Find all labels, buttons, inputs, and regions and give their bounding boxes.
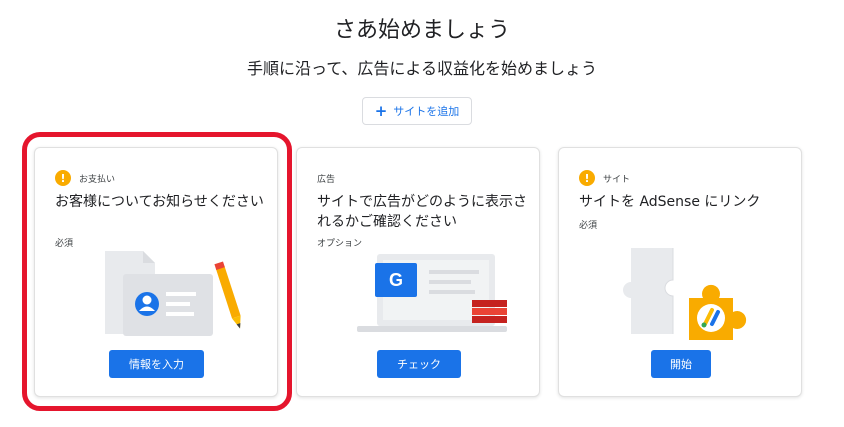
add-site-label: サイトを追加 bbox=[393, 105, 460, 118]
plus-icon: + bbox=[374, 101, 388, 120]
card-category: ! お支払い bbox=[55, 170, 115, 186]
google-g-icon: G bbox=[375, 263, 417, 297]
card-title: サイトで広告がどのように表示されるかご確認ください bbox=[317, 194, 527, 230]
warning-icon: ! bbox=[55, 170, 71, 186]
card-status: 必須 bbox=[55, 239, 74, 249]
card-category-label: 広告 bbox=[317, 175, 336, 185]
card-title: お客様についてお知らせください bbox=[55, 194, 264, 210]
profile-card-illustration bbox=[105, 251, 241, 336]
enter-info-button[interactable]: 情報を入力 bbox=[109, 350, 204, 378]
card-ads: 広告 サイトで広告がどのように表示されるかご確認ください オプション G チェッ… bbox=[296, 147, 540, 397]
page-subtitle: 手順に沿って、広告による収益化を始めましょう bbox=[247, 59, 597, 78]
card-title: サイトを AdSense にリンク bbox=[579, 194, 761, 210]
card-payment: ! お支払い お客様についてお知らせください 必須 情報を入力 bbox=[34, 147, 278, 397]
add-site-button[interactable]: + サイトを追加 bbox=[362, 97, 472, 125]
puzzle-link-illustration bbox=[623, 248, 747, 340]
card-site: ! サイト サイトを AdSense にリンク 必須 開始 bbox=[558, 147, 802, 397]
card-category: ! サイト bbox=[579, 170, 630, 186]
card-category-label: お支払い bbox=[79, 174, 116, 185]
page-title: さあ始めましょう bbox=[333, 18, 510, 43]
check-button[interactable]: チェック bbox=[377, 350, 461, 378]
card-category: 広告 bbox=[317, 172, 335, 185]
card-category-label: サイト bbox=[603, 174, 631, 185]
card-status: 必須 bbox=[579, 221, 598, 231]
warning-icon: ! bbox=[579, 170, 595, 186]
start-button[interactable]: 開始 bbox=[651, 350, 711, 378]
laptop-ad-illustration bbox=[357, 254, 507, 332]
